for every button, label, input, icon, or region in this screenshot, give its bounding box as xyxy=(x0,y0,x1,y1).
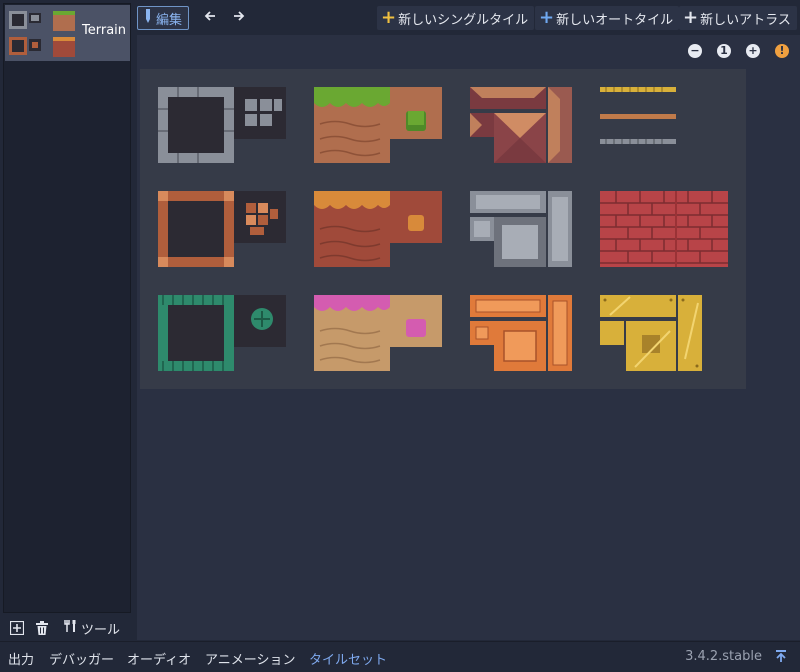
orange-dirt-tiles xyxy=(314,191,442,267)
warning-icon[interactable]: ! xyxy=(775,44,789,58)
pink-sand-tiles xyxy=(314,295,442,371)
tileset-texture-image xyxy=(158,87,728,371)
zoom-out-button[interactable]: − xyxy=(688,44,702,58)
tileset-editor-workspace: − 1 + ! xyxy=(137,35,800,640)
tools-menu-button[interactable]: ツール xyxy=(64,619,120,638)
wrench-icon xyxy=(64,619,78,637)
plus-icon: + xyxy=(381,7,397,28)
new-single-tile-label: 新しいシングルタイル xyxy=(398,12,529,28)
grass-dirt-tiles xyxy=(314,87,442,163)
tileset-texture-canvas[interactable] xyxy=(140,69,746,389)
teal-frame-tiles xyxy=(158,295,286,371)
pencil-icon xyxy=(144,9,152,27)
tab-output[interactable]: 出力 xyxy=(8,649,34,668)
new-autotile-label: 新しいオートタイル xyxy=(556,12,674,28)
orange-box-tiles xyxy=(470,295,572,371)
new-autotile-button[interactable]: + 新しいオートタイル xyxy=(535,6,680,30)
wood-frame-tiles xyxy=(158,191,286,267)
plus-icon: + xyxy=(539,7,555,28)
gold-block-tiles xyxy=(600,295,702,371)
pin-icon[interactable] xyxy=(774,649,788,663)
tab-audio[interactable]: オーディオ xyxy=(127,649,191,668)
tab-debugger[interactable]: デバッガー xyxy=(49,649,114,668)
steel-block-tiles xyxy=(470,191,572,267)
tileset-toolbar: 編集 + 新しいシングルタイル + 新しいオートタイル + 新しいアトラス xyxy=(134,3,800,31)
texture-list[interactable]: Terrain ( xyxy=(3,3,131,613)
texture-item-terrain[interactable]: Terrain ( xyxy=(5,5,130,61)
new-atlas-button[interactable]: + 新しいアトラス xyxy=(679,6,797,30)
add-texture-icon[interactable] xyxy=(9,620,25,636)
stone-tiles xyxy=(158,87,286,163)
edit-label: 編集 xyxy=(155,12,182,28)
arrow-left-icon[interactable] xyxy=(202,9,218,25)
platform-bars xyxy=(600,87,676,144)
zoom-in-button[interactable]: + xyxy=(746,44,760,58)
plus-icon: + xyxy=(683,7,699,28)
tools-label: ツール xyxy=(81,622,121,638)
roof-tiles xyxy=(470,87,572,163)
zoom-controls: − 1 + ! xyxy=(137,35,800,68)
texture-list-toolbar: ツール xyxy=(0,616,133,640)
tab-tileset[interactable]: タイルセット xyxy=(309,649,387,668)
tileset-thumbnail-icon xyxy=(9,11,75,57)
brick-wall-tiles xyxy=(600,191,728,267)
zoom-reset-button[interactable]: 1 xyxy=(717,44,731,58)
bottom-panel-tabs: 出力 デバッガー オーディオ アニメーション タイルセット 3.4.2.stab… xyxy=(0,641,800,672)
arrow-right-icon[interactable] xyxy=(231,9,247,25)
engine-version: 3.4.2.stable xyxy=(685,649,762,664)
new-single-tile-button[interactable]: + 新しいシングルタイル xyxy=(377,6,535,30)
new-atlas-label: 新しいアトラス xyxy=(700,12,791,28)
texture-panel: Terrain ( ツール xyxy=(0,0,133,640)
texture-item-label: Terrain ( xyxy=(82,23,131,38)
trash-icon[interactable] xyxy=(34,620,50,636)
edit-button[interactable]: 編集 xyxy=(137,6,189,30)
tab-animation[interactable]: アニメーション xyxy=(205,649,295,668)
